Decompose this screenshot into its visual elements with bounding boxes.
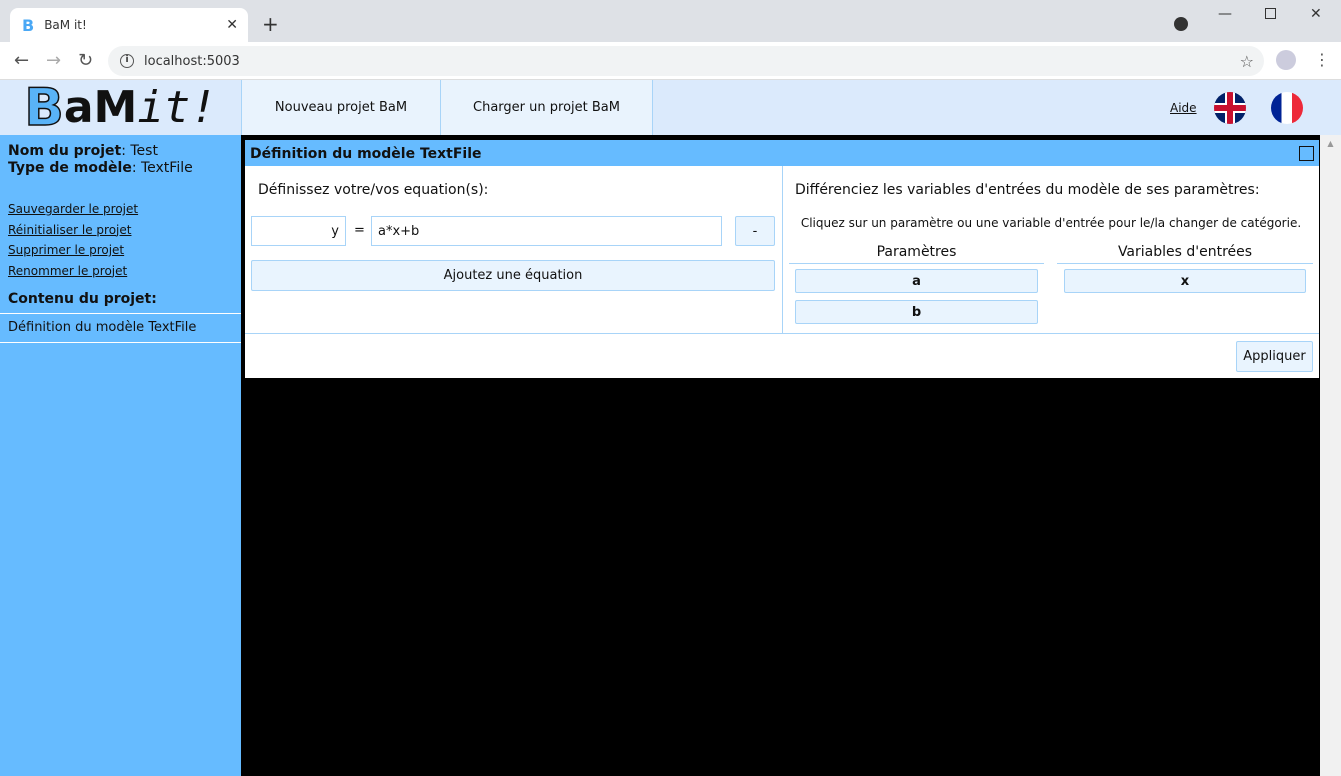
bam-logo: BaM it! <box>0 77 241 138</box>
url-text: localhost:5003 <box>144 53 240 69</box>
apply-button[interactable]: Appliquer <box>1236 341 1313 372</box>
input-variables-header: Variables d'entrées <box>1057 244 1313 264</box>
equation-output-input[interactable]: y <box>251 216 346 246</box>
maximize-icon[interactable] <box>1265 8 1276 19</box>
bookmark-star-icon[interactable]: ☆ <box>1240 52 1254 71</box>
project-name-label: Nom du projet <box>8 143 122 159</box>
parameter-a-button[interactable]: a <box>795 269 1038 293</box>
minimize-icon[interactable]: — <box>1218 6 1232 22</box>
page-scrollbar[interactable]: ▲ <box>1320 135 1341 776</box>
load-project-button[interactable]: Charger un projet BaM <box>440 80 653 135</box>
equation-formula-input[interactable]: a*x+b <box>371 216 722 246</box>
address-bar[interactable]: i localhost:5003 ☆ <box>108 46 1264 76</box>
french-flag-icon[interactable] <box>1271 92 1303 124</box>
equations-section: Définissez votre/vos equation(s): y = a*… <box>245 166 783 334</box>
reload-icon[interactable]: ↻ <box>78 50 93 71</box>
reset-project-link[interactable]: Réinitialiser le projet <box>0 220 241 241</box>
add-equation-button[interactable]: Ajoutez une équation <box>251 260 775 291</box>
category-hint: Cliquez sur un paramètre ou une variable… <box>800 216 1302 230</box>
model-type-label: Type de modèle <box>8 160 132 176</box>
equals-sign: = <box>354 223 365 238</box>
rename-project-link[interactable]: Renommer le projet <box>0 261 241 282</box>
parameters-header: Paramètres <box>789 244 1044 264</box>
tab-title: BaM it! <box>44 18 87 32</box>
equations-label: Définissez votre/vos equation(s): <box>258 182 489 198</box>
english-flag-icon[interactable] <box>1214 92 1246 124</box>
variables-section: Différenciez les variables d'entrées du … <box>783 166 1319 334</box>
model-type: TextFile <box>140 160 193 176</box>
close-tab-icon[interactable]: ✕ <box>226 17 238 33</box>
browser-tab[interactable]: B BaM it! ✕ <box>10 8 248 42</box>
delete-project-link[interactable]: Supprimer le projet <box>0 240 241 261</box>
sidebar: Nom du projet: Test Type de modèle: Text… <box>0 135 241 776</box>
project-content-title: Contenu du projet: <box>8 291 157 307</box>
content-item-model-definition[interactable]: Définition du modèle TextFile <box>0 313 241 343</box>
back-icon[interactable]: ← <box>14 50 29 71</box>
browser-menu-icon[interactable]: ⋮ <box>1314 50 1330 69</box>
project-name: Test <box>130 143 158 159</box>
input-variable-x-button[interactable]: x <box>1064 269 1306 293</box>
site-info-icon[interactable]: i <box>120 54 134 68</box>
maximize-panel-icon[interactable] <box>1299 146 1314 161</box>
bam-favicon-icon: B <box>22 15 35 35</box>
panel-title: Définition du modèle TextFile <box>250 146 482 162</box>
save-project-link[interactable]: Sauvegarder le projet <box>0 199 241 220</box>
new-project-button[interactable]: Nouveau projet BaM <box>241 80 440 135</box>
scroll-up-icon[interactable]: ▲ <box>1320 139 1341 148</box>
new-tab-icon[interactable]: + <box>262 12 279 36</box>
remove-equation-button[interactable]: - <box>735 216 775 246</box>
forward-icon[interactable]: → <box>46 50 61 71</box>
account-avatar-icon[interactable] <box>1276 50 1296 70</box>
parameter-b-button[interactable]: b <box>795 300 1038 324</box>
close-window-icon[interactable]: ✕ <box>1310 6 1322 22</box>
differentiate-label: Différenciez les variables d'entrées du … <box>795 182 1260 198</box>
help-link[interactable]: Aide <box>1170 101 1197 115</box>
panel-title-bar: Définition du modèle TextFile <box>245 140 1319 166</box>
profile-menu-icon[interactable] <box>1174 17 1188 31</box>
model-definition-panel: Définition du modèle TextFile Définissez… <box>245 140 1319 378</box>
